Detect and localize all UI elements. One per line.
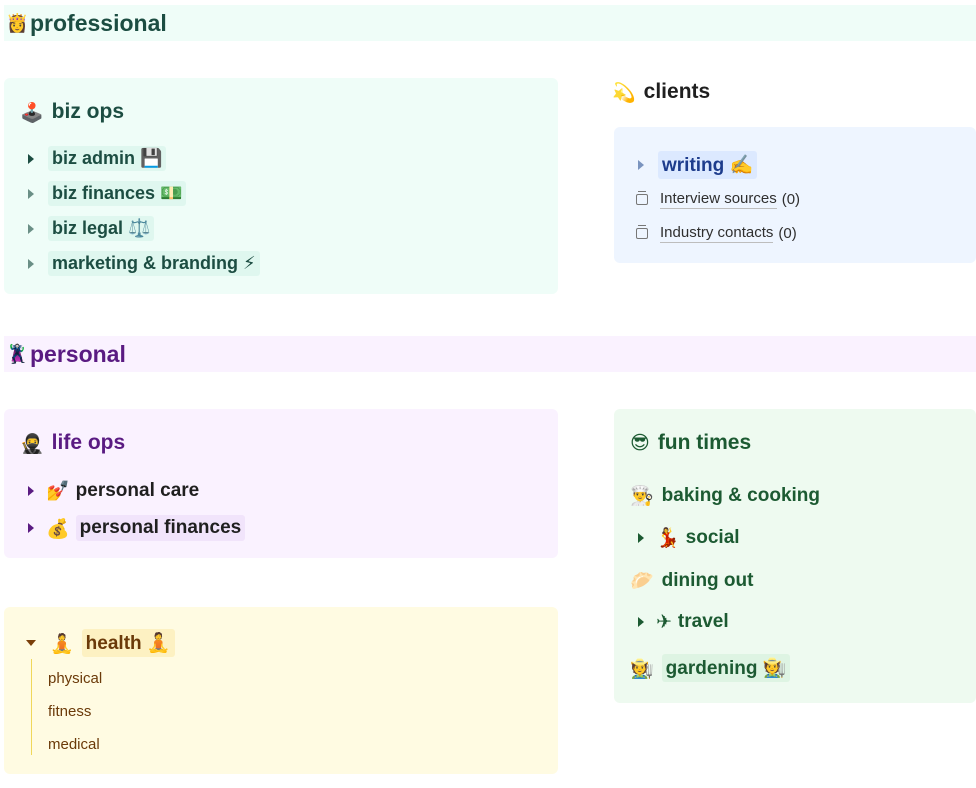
page-link-gardening[interactable]: 🧑‍🌾 gardening 🧑‍🌾	[630, 654, 791, 682]
travel-label[interactable]: travel	[678, 611, 729, 633]
toggle-marketing-branding[interactable]: marketing & branding ⚡	[28, 251, 260, 276]
life-ops-card: 🥷 life ops 💅 personal care 💰 personal fi…	[4, 409, 558, 558]
toggle-personal-care[interactable]: 💅 personal care	[28, 479, 199, 502]
caret-right-icon[interactable]	[638, 617, 644, 627]
clients-heading: 💫 clients	[612, 80, 710, 104]
social-label[interactable]: social	[686, 527, 740, 549]
caret-right-icon[interactable]	[28, 485, 34, 496]
section-header-personal: 🦹 personal	[4, 336, 976, 372]
page-link-health[interactable]: health 🧘	[81, 629, 175, 657]
toggle-writing[interactable]: writing ✍️	[638, 151, 758, 179]
dining-out-label: dining out	[661, 569, 754, 591]
database-row-interview-sources[interactable]: Interview sources (0)	[636, 190, 800, 209]
farmer-icon: 🧑‍🌾	[762, 657, 787, 679]
toggle-personal-finances[interactable]: 💰 personal finances	[28, 515, 246, 541]
health-card: 🧘 health 🧘 physical fitness medical	[4, 607, 558, 774]
clients-title: clients	[643, 80, 711, 103]
farmer-icon: 🧑‍🌾	[630, 657, 654, 680]
industry-contacts-link[interactable]: Industry contacts	[660, 224, 774, 243]
interview-sources-link[interactable]: Interview sources	[660, 190, 777, 209]
money-icon: 💵	[160, 183, 183, 204]
life-ops-title: life ops	[51, 431, 126, 454]
caret-right-icon[interactable]	[638, 532, 644, 543]
fun-times-heading: 😎 fun times	[630, 431, 751, 455]
industry-contacts-count: (0)	[778, 225, 797, 242]
health-subitem-fitness[interactable]: fitness	[48, 703, 91, 720]
database-row-industry-contacts[interactable]: Industry contacts (0)	[636, 224, 797, 243]
personal-finances-label[interactable]: personal finances	[75, 515, 246, 541]
caret-right-icon[interactable]	[28, 258, 34, 269]
biz-legal-label: biz legal	[52, 218, 124, 238]
supervillain-icon: 🦹	[6, 343, 29, 365]
toggle-social[interactable]: 💃 social	[638, 526, 740, 549]
caret-right-icon[interactable]	[28, 223, 34, 234]
scales-icon: ⚖️	[128, 218, 151, 239]
page-link-writing[interactable]: writing ✍️	[658, 151, 758, 179]
database-icon	[636, 225, 648, 239]
biz-finances-label: biz finances	[52, 183, 156, 203]
yoga-icon: 🧘	[50, 632, 74, 655]
toggle-biz-legal[interactable]: biz legal ⚖️	[28, 216, 155, 241]
biz-admin-label: biz admin	[52, 148, 136, 168]
page-link-marketing-branding[interactable]: marketing & branding ⚡	[48, 251, 260, 276]
page-link-biz-admin[interactable]: biz admin 💾	[48, 146, 167, 171]
caret-right-icon[interactable]	[28, 523, 34, 533]
biz-ops-card: 🕹️ biz ops biz admin 💾 biz finances 💵 bi…	[4, 78, 558, 294]
interview-sources-count: (0)	[781, 191, 801, 208]
dizzy-icon: 💫	[612, 81, 636, 104]
joystick-icon: 🕹️	[20, 101, 44, 124]
health-subitem-medical[interactable]: medical	[48, 736, 100, 753]
chef-icon: 👨‍🍳	[630, 485, 654, 507]
fun-times-title: fun times	[657, 431, 752, 454]
biz-ops-heading: 🕹️ biz ops	[20, 100, 124, 124]
sunglasses-face-icon: 😎	[630, 432, 650, 454]
gardening-pill[interactable]: gardening 🧑‍🌾	[661, 654, 791, 682]
page-link-dining-out[interactable]: 🥟 dining out	[630, 569, 754, 593]
airplane-icon: ✈	[656, 611, 672, 633]
marketing-branding-label: marketing & branding	[52, 253, 239, 273]
toggle-travel[interactable]: ✈ travel	[638, 611, 729, 633]
database-icon	[636, 191, 648, 205]
lightning-icon: ⚡	[243, 253, 256, 274]
life-ops-heading: 🥷 life ops	[20, 431, 125, 455]
gardening-label: gardening	[665, 658, 758, 679]
page-link-biz-legal[interactable]: biz legal ⚖️	[48, 216, 155, 241]
section-header-professional: 👸 professional	[4, 5, 976, 41]
page-link-baking-cooking[interactable]: 👨‍🍳 baking & cooking	[630, 484, 821, 508]
personal-care-label[interactable]: personal care	[76, 480, 200, 502]
ninja-icon: 🥷	[20, 432, 44, 455]
toggle-biz-finances[interactable]: biz finances 💵	[28, 181, 187, 206]
health-label: health	[85, 633, 142, 654]
caret-right-icon[interactable]	[28, 153, 34, 164]
biz-ops-title: biz ops	[51, 100, 125, 123]
section-title-personal: personal	[30, 340, 126, 367]
clients-card: writing ✍️ Interview sources (0) Industr…	[614, 127, 976, 263]
yoga-icon: 🧘	[146, 632, 171, 654]
nail-polish-icon: 💅	[46, 480, 70, 502]
princess-icon: 👸	[6, 12, 29, 34]
dancer-icon: 💃	[656, 527, 680, 549]
floppy-disk-icon: 💾	[140, 148, 163, 169]
toggle-biz-admin[interactable]: biz admin 💾	[28, 146, 167, 171]
toggle-health[interactable]: 🧘 health 🧘	[26, 629, 175, 657]
fun-times-card: 😎 fun times 👨‍🍳 baking & cooking 💃 socia…	[614, 409, 976, 703]
writing-label: writing	[662, 155, 725, 176]
caret-right-icon[interactable]	[28, 188, 34, 199]
baking-cooking-label: baking & cooking	[661, 484, 821, 506]
caret-right-icon[interactable]	[638, 160, 644, 170]
page-link-biz-finances[interactable]: biz finances 💵	[48, 181, 187, 206]
section-title-professional: professional	[30, 9, 167, 36]
writing-hand-icon: ✍️	[729, 154, 754, 176]
caret-down-icon[interactable]	[26, 640, 36, 646]
money-bag-icon: 💰	[46, 517, 70, 540]
dumpling-icon: 🥟	[630, 570, 654, 592]
health-subitem-physical[interactable]: physical	[48, 670, 102, 687]
toggle-guide-line	[31, 659, 32, 755]
